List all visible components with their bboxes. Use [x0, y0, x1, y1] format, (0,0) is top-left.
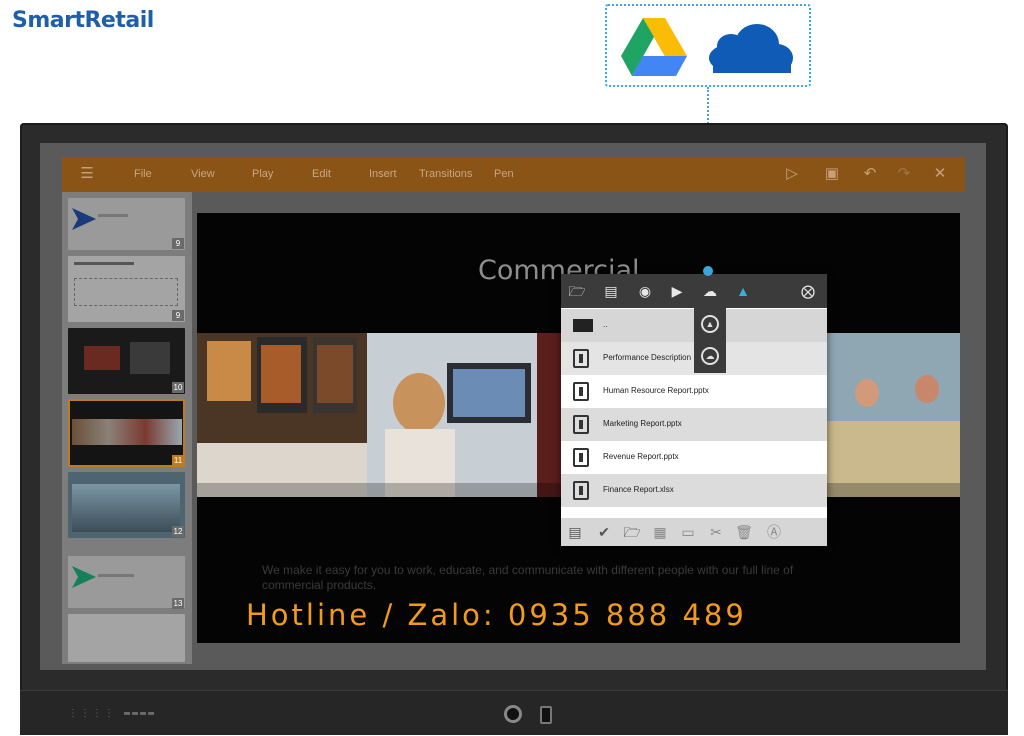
slide-number: 9: [172, 310, 184, 321]
thumb-image: [130, 342, 170, 374]
front-ports: ⋮⋮⋮⋮ ▬▬▬▬: [68, 708, 157, 719]
folder-icon[interactable]: 🗁: [566, 280, 588, 302]
slide-number: 13: [172, 598, 184, 609]
arrow-logo-icon: [72, 566, 96, 588]
rename-icon[interactable]: Ⓐ: [764, 522, 784, 542]
file-row[interactable]: Finance Report.xlsx: [561, 474, 827, 507]
document-icon: [573, 481, 589, 500]
cloud-upload-icon[interactable]: ☁: [699, 280, 721, 302]
slide-thumbnail[interactable]: [68, 198, 185, 250]
network-drive-icon[interactable]: ▲: [732, 280, 754, 302]
slide-thumbnail[interactable]: [68, 328, 185, 394]
camera-icon: [504, 705, 522, 723]
menu-insert[interactable]: Insert: [369, 168, 397, 180]
slide-number: 10: [172, 382, 184, 393]
cut-icon[interactable]: ✂: [706, 522, 726, 542]
import-icon[interactable]: ▤: [565, 522, 585, 542]
file-name: Marketing Report.pptx: [603, 419, 682, 428]
google-drive-icon: [621, 18, 687, 76]
hamburger-menu-icon[interactable]: ☰: [77, 164, 97, 184]
slide-thumbnail[interactable]: [68, 256, 185, 322]
file-row[interactable]: Revenue Report.pptx: [561, 441, 827, 474]
thumb-image: [72, 484, 180, 532]
close-circle-icon[interactable]: ⨂: [797, 280, 819, 302]
file-row[interactable]: Marketing Report.pptx: [561, 408, 827, 441]
save-icon[interactable]: ▣: [822, 164, 842, 184]
file-name: ..: [603, 320, 608, 329]
new-folder-icon[interactable]: 🗁: [622, 522, 642, 542]
document-icon: [573, 448, 589, 467]
brand-logo: SmartRetail: [12, 8, 154, 33]
redo-icon[interactable]: ↷: [894, 164, 914, 184]
file-name: Finance Report.xlsx: [603, 485, 674, 494]
file-row[interactable]: Human Resource Report.pptx: [561, 375, 827, 408]
file-name: Human Resource Report.pptx: [603, 386, 709, 395]
slide-thumbnail[interactable]: [68, 614, 185, 662]
menu-pen[interactable]: Pen: [494, 168, 514, 180]
slide-thumbnail-selected[interactable]: [68, 399, 185, 467]
thumb-content: [74, 262, 134, 265]
slide-number: 12: [172, 526, 184, 537]
document-icon[interactable]: ▤: [600, 280, 622, 302]
slide-number: 11: [172, 455, 184, 466]
arrow-logo-icon: [72, 208, 96, 230]
file-name: Revenue Report.pptx: [603, 452, 679, 461]
file-row-partial[interactable]: [561, 507, 827, 518]
slide-thumbnail[interactable]: [68, 472, 185, 538]
slide-thumbnail[interactable]: [68, 556, 185, 608]
select-icon[interactable]: ✔: [594, 522, 614, 542]
thumb-caption: [98, 214, 128, 217]
menu-view[interactable]: View: [191, 168, 215, 180]
menu-transitions[interactable]: Transitions: [419, 168, 472, 180]
hotline-overlay: Hotline / Zalo: 0935 888 489: [246, 598, 747, 632]
menu-play[interactable]: Play: [252, 168, 273, 180]
thumb-caption: [98, 574, 134, 577]
paste-icon[interactable]: ▭: [678, 522, 698, 542]
callout-anchor-dot: [703, 266, 713, 276]
play-icon[interactable]: ▷: [782, 164, 802, 184]
google-drive-option[interactable]: ▲: [701, 315, 719, 333]
document-icon: [573, 349, 589, 368]
folder-icon: [573, 319, 593, 332]
file-name: Performance Description: [603, 353, 692, 362]
onedrive-option[interactable]: ☁: [701, 347, 719, 365]
copy-icon[interactable]: ▦: [650, 522, 670, 542]
image-icon[interactable]: ◉: [634, 280, 656, 302]
document-icon: [573, 382, 589, 401]
delete-icon[interactable]: 🗑: [734, 522, 754, 542]
document-icon: [573, 415, 589, 434]
cloud-services-callout: [605, 4, 811, 87]
menu-edit[interactable]: Edit: [312, 168, 331, 180]
thumb-content: [74, 278, 178, 306]
slide-number: 9: [172, 238, 184, 249]
close-icon[interactable]: ✕: [930, 164, 950, 184]
onedrive-icon: [709, 24, 793, 73]
page: SmartRetail ☰ File View Play Edit Insert…: [0, 0, 1024, 736]
slide-body-text: We make it easy for you to work, educate…: [262, 563, 794, 592]
power-switch[interactable]: [540, 706, 552, 724]
undo-icon[interactable]: ↶: [860, 164, 880, 184]
thumb-image: [84, 346, 120, 370]
menu-file[interactable]: File: [134, 168, 152, 180]
video-icon[interactable]: ▶: [666, 280, 688, 302]
thumb-image: [72, 419, 182, 445]
